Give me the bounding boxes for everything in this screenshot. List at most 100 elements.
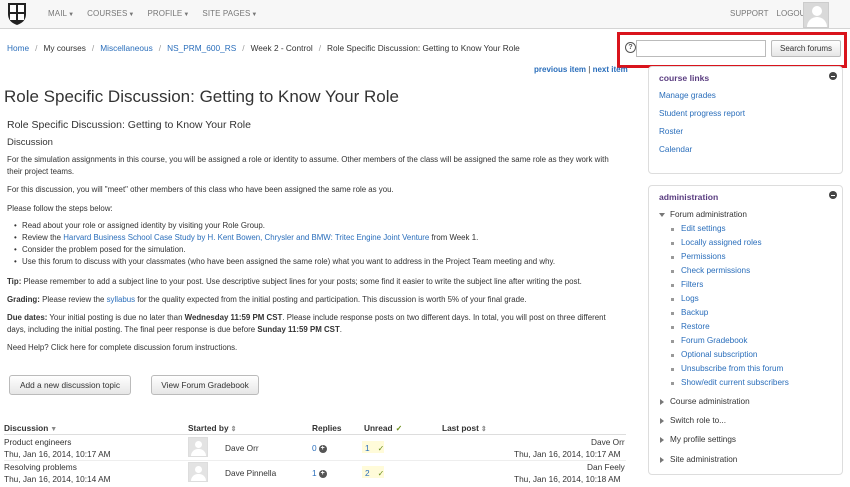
collapsed-node-icon <box>660 399 664 405</box>
forum-administration-node[interactable]: Forum administration <box>670 210 747 219</box>
admin-permissions[interactable]: Permissions <box>681 252 726 261</box>
column-header-started-by[interactable]: Started by ⇕ <box>188 423 236 433</box>
column-header-discussion[interactable]: Discussion ▼ <box>4 423 57 433</box>
breadcrumb: Home / My courses / Miscellaneous / NS_P… <box>7 43 520 53</box>
nav-profile-menu[interactable]: PROFILE▼ <box>147 9 189 18</box>
list-item: Consider the problem posed for the simul… <box>14 244 555 256</box>
tree-leaf-icon <box>671 256 674 259</box>
add-discussion-topic-button[interactable]: Add a new discussion topic <box>9 375 131 395</box>
admin-filters[interactable]: Filters <box>681 280 703 289</box>
my-profile-settings-node[interactable]: My profile settings <box>670 435 736 444</box>
user-avatar[interactable] <box>803 2 829 28</box>
mark-read-checkmark-icon[interactable]: ✓ <box>378 444 385 453</box>
avatar[interactable] <box>188 462 208 482</box>
page-title: Role Specific Discussion: Getting to Kno… <box>4 87 399 106</box>
collapsed-node-icon <box>660 457 664 463</box>
admin-edit-settings[interactable]: Edit settings <box>681 224 726 233</box>
block-title: course links <box>659 73 710 83</box>
table-header-divider <box>4 434 626 435</box>
breadcrumb-course[interactable]: NS_PRM_600_RS <box>167 43 236 53</box>
last-post-date-link[interactable]: Thu, Jan 16, 2014, 10:17 AM <box>514 449 621 459</box>
course-link-calendar[interactable]: Calendar <box>659 145 692 154</box>
tip-text: Please remember to add a subject line to… <box>21 277 582 286</box>
admin-forum-gradebook[interactable]: Forum Gradebook <box>681 336 747 345</box>
breadcrumb-separator: / <box>242 43 245 53</box>
course-link-student-progress[interactable]: Student progress report <box>659 109 745 118</box>
started-by-link[interactable]: Dave Pinnella <box>225 468 276 478</box>
next-item-link[interactable]: next item <box>593 65 628 74</box>
admin-locally-assigned-roles[interactable]: Locally assigned roles <box>681 238 762 247</box>
course-administration-node[interactable]: Course administration <box>670 397 750 406</box>
tree-leaf-icon <box>671 298 674 301</box>
admin-backup[interactable]: Backup <box>681 308 708 317</box>
replies-count[interactable]: 1 + <box>312 468 327 478</box>
nav-courses-menu[interactable]: COURSES▼ <box>87 9 134 18</box>
due-text: . <box>339 325 342 334</box>
expanded-node-icon <box>659 213 665 217</box>
previous-item-link[interactable]: previous item <box>534 65 586 74</box>
admin-optional-subscription[interactable]: Optional subscription <box>681 350 757 359</box>
breadcrumb-home[interactable]: Home <box>7 43 29 53</box>
sort-icon: ⇕ <box>480 426 487 433</box>
admin-check-permissions[interactable]: Check permissions <box>681 266 750 275</box>
grading-text: for the quality expected from the initia… <box>135 295 527 304</box>
admin-unsubscribe[interactable]: Unsubscribe from this forum <box>681 364 783 373</box>
replies-count[interactable]: 0 + <box>312 443 327 453</box>
block-title: administration <box>659 192 719 202</box>
admin-logs[interactable]: Logs <box>681 294 699 303</box>
discussion-title-link[interactable]: Product engineers <box>4 437 71 447</box>
replies-value: 1 <box>312 468 317 478</box>
admin-restore[interactable]: Restore <box>681 322 710 331</box>
collapse-block-icon[interactable] <box>829 72 837 80</box>
replies-value: 0 <box>312 443 317 453</box>
started-by-link[interactable]: Dave Orr <box>225 443 259 453</box>
nav-site-pages-menu[interactable]: SITE PAGES▼ <box>202 9 257 18</box>
help-instructions-link[interactable]: Need Help? Click here for complete discu… <box>7 342 617 354</box>
unread-count[interactable]: 1 ✓ <box>365 443 384 453</box>
discussion-title-link[interactable]: Resolving problems <box>4 462 77 472</box>
search-forums-button[interactable]: Search forums <box>771 40 841 57</box>
column-header-replies[interactable]: Replies <box>312 423 342 433</box>
site-administration-node[interactable]: Site administration <box>670 455 737 464</box>
help-icon[interactable]: ? <box>625 42 636 53</box>
last-post-user-link[interactable]: Dan Feely <box>587 462 625 472</box>
column-header-unread[interactable]: Unread ✓ <box>364 423 402 433</box>
avatar[interactable] <box>188 437 208 457</box>
support-link[interactable]: SUPPORT <box>730 9 769 18</box>
unread-count[interactable]: 2 ✓ <box>365 468 384 478</box>
last-post-user-link[interactable]: Dave Orr <box>591 437 625 447</box>
mark-read-checkmark-icon[interactable]: ✓ <box>378 469 385 478</box>
sort-desc-icon: ▼ <box>50 426 58 433</box>
caret-down-icon: ▼ <box>183 12 190 18</box>
search-input[interactable] <box>636 40 766 57</box>
breadcrumb-current: Role Specific Discussion: Getting to Kno… <box>327 43 520 53</box>
course-link-roster[interactable]: Roster <box>659 127 683 136</box>
last-post-date-link[interactable]: Thu, Jan 16, 2014, 10:18 AM <box>514 474 621 484</box>
checkmark-icon: ✓ <box>395 424 403 433</box>
nav-mail-menu[interactable]: MAIL▼ <box>48 9 74 18</box>
column-header-last-post[interactable]: Last post ⇕ <box>442 423 487 433</box>
tree-leaf-icon <box>671 242 674 245</box>
switch-role-node[interactable]: Switch role to... <box>670 416 726 425</box>
nav-mail-label: MAIL <box>48 9 68 18</box>
meet-paragraph: For this discussion, you will "meet" oth… <box>7 185 394 194</box>
tree-leaf-icon <box>671 382 674 385</box>
breadcrumb-miscellaneous[interactable]: Miscellaneous <box>100 43 153 53</box>
breadcrumb-separator: / <box>91 43 95 53</box>
collapsed-node-icon <box>660 437 664 443</box>
steps-list: Read about your role or assigned identit… <box>14 220 555 268</box>
university-shield-logo-icon[interactable] <box>7 2 27 26</box>
case-study-link[interactable]: Harvard Business School Case Study by H.… <box>63 233 429 242</box>
view-forum-gradebook-button[interactable]: View Forum Gradebook <box>151 375 259 395</box>
collapse-block-icon[interactable] <box>829 191 837 199</box>
due-label: Due dates: <box>7 313 48 322</box>
grading-label: Grading: <box>7 295 40 304</box>
admin-show-edit-subscribers[interactable]: Show/edit current subscribers <box>681 378 789 387</box>
list-item: Use this forum to discuss with your clas… <box>14 256 555 268</box>
syllabus-link[interactable]: syllabus <box>107 295 136 304</box>
row-divider <box>4 460 626 461</box>
step-text: Review the <box>22 233 64 242</box>
item-nav-divider: | <box>588 65 591 74</box>
course-link-manage-grades[interactable]: Manage grades <box>659 91 716 100</box>
header-label: Replies <box>312 423 342 433</box>
